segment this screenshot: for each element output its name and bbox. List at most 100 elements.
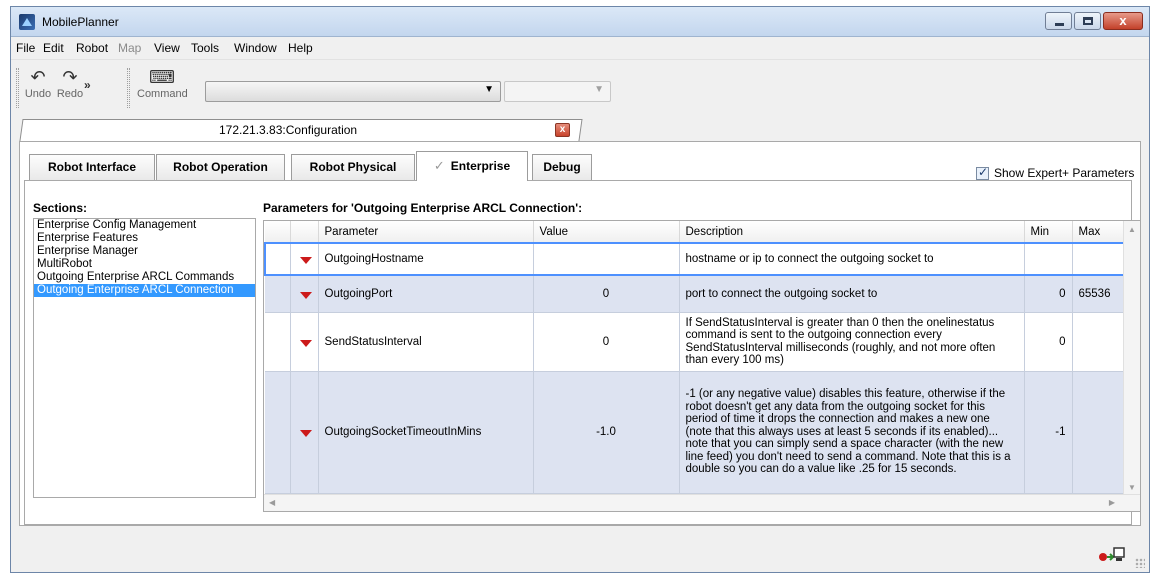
resize-grip[interactable]	[1135, 558, 1145, 568]
robot-selector-dropdown[interactable]: ▼	[205, 81, 501, 102]
param-name: OutgoingPort	[318, 275, 534, 313]
scroll-up-icon[interactable]: ▲	[1128, 225, 1136, 234]
param-description: If SendStatusInterval is greater than 0 …	[679, 312, 1025, 372]
menu-robot[interactable]: Robot	[76, 41, 108, 55]
section-enterprise-features[interactable]: Enterprise Features	[34, 232, 255, 245]
redo-button[interactable]: ↷ Redo	[55, 66, 85, 100]
expert-flag-icon	[299, 257, 312, 264]
tab-label: Robot Operation	[173, 160, 268, 174]
scroll-right-icon[interactable]: ▶	[1109, 498, 1115, 507]
param-max: 65536	[1072, 275, 1130, 313]
app-logo-icon	[19, 14, 35, 30]
menu-bar: File Edit Robot Map View Tools Window He…	[11, 38, 1149, 58]
tab-label: Debug	[543, 160, 581, 174]
tab-label: Enterprise	[450, 159, 511, 173]
window-controls: x	[1045, 12, 1143, 30]
param-max	[1072, 242, 1130, 276]
maximize-button[interactable]	[1074, 12, 1101, 30]
menu-edit[interactable]: Edit	[43, 41, 64, 55]
tab-debug[interactable]: Debug	[532, 154, 592, 180]
table-row[interactable]: OutgoingSocketTimeoutInMins -1.0 -1 (or …	[265, 371, 1130, 494]
main-window: MobilePlanner x File Edit Robot Map View…	[10, 6, 1150, 573]
col-header-max[interactable]: Max	[1072, 221, 1130, 244]
vertical-scrollbar[interactable]: ▲ ▼	[1123, 221, 1140, 496]
param-max	[1072, 371, 1130, 494]
sections-title: Sections:	[33, 201, 88, 215]
undo-button[interactable]: ↶ Undo	[23, 66, 53, 100]
menu-help[interactable]: Help	[288, 41, 313, 55]
document-tab-label: 172.21.3.83:Configuration	[219, 123, 358, 137]
param-min: -1	[1024, 371, 1073, 494]
close-icon: x	[1119, 13, 1127, 28]
secondary-dropdown[interactable]: ▼	[504, 81, 611, 102]
scroll-down-icon[interactable]: ▼	[1128, 483, 1136, 492]
section-enterprise-config-management[interactable]: Enterprise Config Management	[34, 219, 255, 232]
tab-robot-operation[interactable]: Robot Operation	[156, 154, 285, 180]
row-header[interactable]	[264, 242, 291, 276]
param-value[interactable]	[533, 242, 680, 276]
menu-map[interactable]: Map	[118, 41, 141, 55]
col-header-flag	[290, 221, 319, 244]
tab-robot-physical[interactable]: Robot Physical	[291, 154, 415, 180]
row-flag	[290, 242, 319, 276]
param-description: -1 (or any negative value) disables this…	[679, 371, 1025, 494]
col-header-parameter[interactable]: Parameter	[318, 221, 534, 244]
expert-flag-icon	[299, 339, 312, 347]
menu-tools[interactable]: Tools	[191, 41, 219, 55]
tab-enterprise[interactable]: ✓ Enterprise	[416, 151, 528, 181]
col-header-description[interactable]: Description	[679, 221, 1025, 244]
horizontal-scrollbar[interactable]: ◀ ▶	[264, 494, 1140, 511]
scroll-left-icon[interactable]: ◀	[269, 498, 275, 507]
param-value[interactable]: 0	[533, 312, 680, 372]
redo-label: Redo	[56, 88, 84, 100]
menu-file[interactable]: File	[16, 41, 35, 55]
document-close-icon[interactable]: x	[555, 123, 570, 137]
param-description: hostname or ip to connect the outgoing s…	[679, 242, 1025, 276]
parameters-title: Parameters for 'Outgoing Enterprise ARCL…	[263, 201, 583, 215]
tab-label: Robot Physical	[309, 160, 397, 174]
row-flag	[290, 371, 319, 494]
menu-view[interactable]: View	[154, 41, 180, 55]
toolbar-grip-2[interactable]	[127, 68, 130, 108]
title-bar: MobilePlanner x	[11, 7, 1149, 37]
checkmark-icon: ✓	[433, 158, 445, 173]
section-outgoing-arcl-commands[interactable]: Outgoing Enterprise ARCL Commands	[34, 271, 255, 284]
parameters-table: Parameter Value Description Min Max Outg…	[263, 220, 1141, 512]
menu-window[interactable]: Window	[234, 41, 277, 55]
show-expert-checkbox[interactable]	[976, 165, 989, 180]
tab-robot-interface[interactable]: Robot Interface	[29, 154, 155, 180]
row-header[interactable]	[265, 312, 291, 372]
row-flag	[290, 312, 319, 372]
param-name: SendStatusInterval	[318, 312, 534, 372]
table-row[interactable]: OutgoingPort 0 port to connect the outgo…	[265, 275, 1130, 313]
redo-icon: ↷	[62, 67, 78, 87]
connection-status-icon[interactable]	[1098, 547, 1126, 563]
minimize-icon	[1055, 23, 1064, 26]
command-label: Command	[137, 88, 188, 100]
table-row[interactable]: OutgoingHostname hostname or ip to conne…	[264, 242, 1130, 276]
col-header-blank	[265, 221, 291, 244]
toolbar-grip[interactable]	[16, 68, 19, 108]
col-header-min[interactable]: Min	[1024, 221, 1073, 244]
section-outgoing-arcl-connection[interactable]: Outgoing Enterprise ARCL Connection	[34, 284, 255, 297]
col-header-value[interactable]: Value	[533, 221, 680, 244]
dropdown-arrow-icon: ▼	[594, 84, 604, 95]
minimize-button[interactable]	[1045, 12, 1072, 30]
window-title: MobilePlanner	[42, 15, 119, 29]
show-expert-toggle[interactable]: Show Expert+ Parameters	[976, 165, 1134, 180]
param-name: OutgoingSocketTimeoutInMins	[318, 371, 534, 494]
command-button[interactable]: ⌨ Command	[137, 66, 188, 100]
param-value[interactable]: -1.0	[533, 371, 680, 494]
row-header[interactable]	[265, 371, 291, 494]
table-row[interactable]: SendStatusInterval 0 If SendStatusInterv…	[265, 312, 1130, 372]
section-enterprise-manager[interactable]: Enterprise Manager	[34, 245, 255, 258]
dropdown-arrow-icon: ▼	[484, 84, 494, 95]
param-value[interactable]: 0	[533, 275, 680, 313]
toolbar-overflow-icon[interactable]: »	[84, 78, 91, 92]
table-header: Parameter Value Description Min Max	[265, 221, 1130, 244]
row-header[interactable]	[265, 275, 291, 313]
section-multirobot[interactable]: MultiRobot	[34, 258, 255, 271]
param-description: port to connect the outgoing socket to	[679, 275, 1025, 313]
expert-flag-icon	[299, 291, 312, 299]
close-button[interactable]: x	[1103, 12, 1143, 30]
